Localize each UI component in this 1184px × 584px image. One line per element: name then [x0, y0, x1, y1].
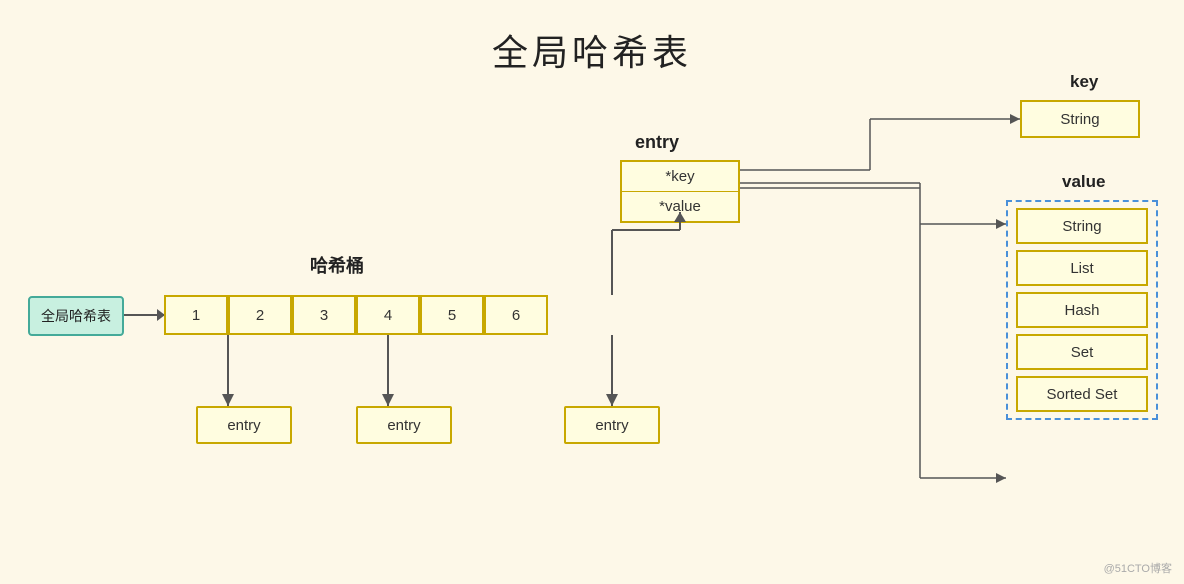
- entry-value-row: *value: [622, 192, 738, 221]
- entry-box-2: entry: [356, 406, 452, 444]
- bucket-cell-2: 2: [228, 295, 292, 335]
- entry-key-row: *key: [622, 162, 738, 192]
- key-section-label: key: [1070, 72, 1098, 92]
- key-box: String: [1020, 100, 1140, 138]
- entry-detail-label: entry: [635, 132, 679, 153]
- bucket-cell-5: 5: [420, 295, 484, 335]
- diagram: 全局哈希表 全局哈希表 哈希桶 1 2 3 4 5 6 *key *value …: [0, 0, 1184, 584]
- bucket-cell-1: 1: [164, 295, 228, 335]
- bucket-cell-6: 6: [484, 295, 548, 335]
- watermark: @51CTO博客: [1104, 560, 1172, 576]
- bucket-array: 1 2 3 4 5 6: [164, 295, 548, 335]
- bucket-cell-3: 3: [292, 295, 356, 335]
- value-hash: Hash: [1016, 292, 1148, 328]
- page-title: 全局哈希表: [0, 0, 1184, 76]
- value-set: Set: [1016, 334, 1148, 370]
- value-string: String: [1016, 208, 1148, 244]
- value-section-label: value: [1062, 172, 1105, 192]
- value-group: String List Hash Set Sorted Set: [1006, 200, 1158, 420]
- entry-box-1: entry: [196, 406, 292, 444]
- entry-box-3: entry: [564, 406, 660, 444]
- value-list: List: [1016, 250, 1148, 286]
- bucket-label: 哈希桶: [310, 252, 364, 278]
- global-ht-box: 全局哈希表: [28, 296, 124, 336]
- entry-detail-box: *key *value: [620, 160, 740, 223]
- bucket-cell-4: 4: [356, 295, 420, 335]
- arrow-ht-to-bucket: [124, 314, 164, 316]
- value-sorted-set: Sorted Set: [1016, 376, 1148, 412]
